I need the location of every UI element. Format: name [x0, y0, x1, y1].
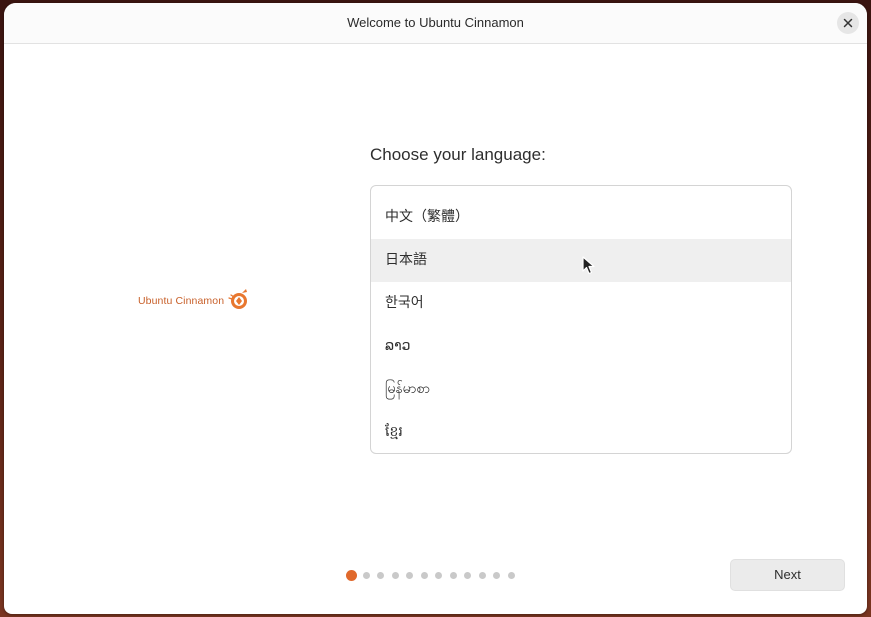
logo-text: Ubuntu Cinnamon: [138, 295, 225, 307]
page-heading: Choose your language:: [370, 145, 546, 164]
next-button[interactable]: Next: [730, 559, 845, 591]
language-item[interactable]: 한국어: [371, 282, 791, 325]
cinnamon-logo-icon: [228, 289, 248, 309]
step-dot: [464, 571, 471, 579]
language-item[interactable]: 日本語: [371, 239, 791, 282]
window-title: Welcome to Ubuntu Cinnamon: [347, 15, 524, 30]
ubuntu-cinnamon-logo: Ubuntu Cinnamon: [138, 286, 254, 316]
step-dot: [449, 571, 457, 579]
language-item[interactable]: မြန်မာစာ: [371, 368, 791, 411]
step-dot: [493, 571, 500, 579]
step-dot: [391, 571, 399, 579]
step-dot-active: [346, 569, 357, 581]
step-dot: [406, 571, 413, 579]
step-dot: [377, 571, 384, 579]
close-button[interactable]: [837, 12, 859, 34]
language-item[interactable]: 中文（繁體）: [371, 196, 791, 239]
language-list[interactable]: 中文（繁體） 日本語 한국어 ລາວ မြန်မာစာ ខ្មែរ: [370, 185, 792, 454]
step-dot: [478, 571, 486, 579]
step-dot: [507, 571, 515, 579]
language-item[interactable]: ខ្មែរ: [371, 411, 791, 453]
step-dot: [362, 571, 370, 579]
step-dot: [435, 571, 442, 579]
step-indicator: [346, 569, 522, 581]
close-icon: [843, 18, 853, 28]
language-item[interactable]: ລາວ: [371, 325, 791, 368]
titlebar: Welcome to Ubuntu Cinnamon: [4, 3, 867, 44]
step-dot: [420, 571, 428, 579]
mouse-cursor-icon: [582, 256, 595, 275]
